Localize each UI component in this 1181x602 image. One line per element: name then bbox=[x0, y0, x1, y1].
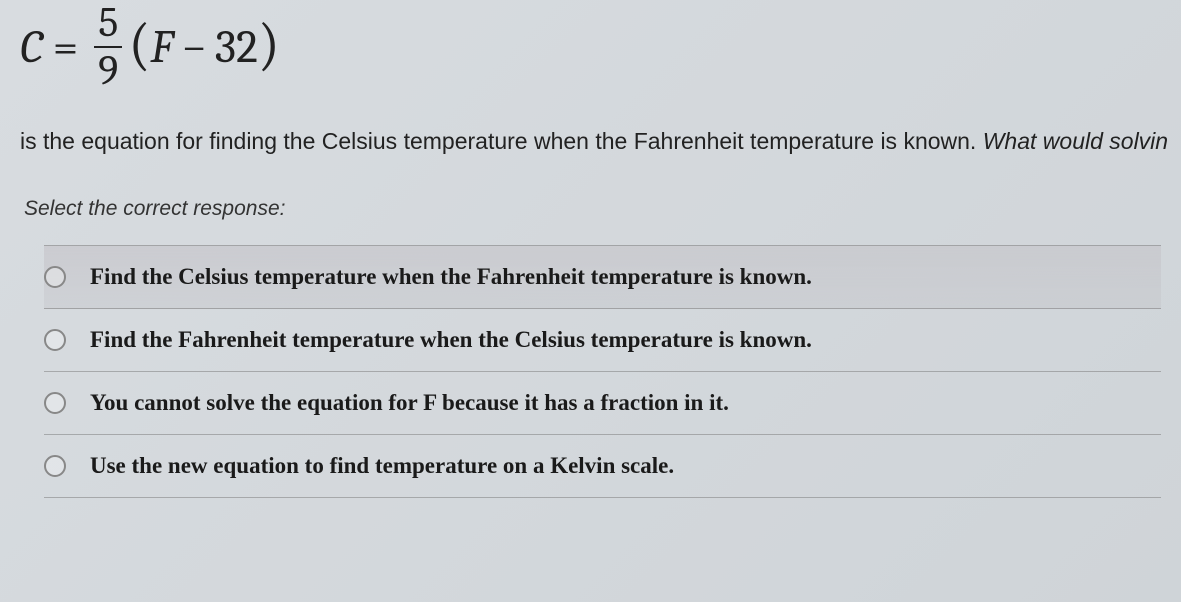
option-label: Find the Fahrenheit temperature when the… bbox=[90, 327, 812, 353]
option-2[interactable]: Find the Fahrenheit temperature when the… bbox=[44, 309, 1161, 372]
select-prompt: Select the correct response: bbox=[20, 197, 1161, 221]
left-paren: ( bbox=[128, 16, 150, 74]
right-paren: ) bbox=[258, 16, 280, 74]
fraction-denominator: 9 bbox=[94, 46, 122, 92]
equation-minus: − bbox=[181, 21, 206, 74]
equation-lhs-var: C bbox=[20, 21, 43, 74]
options-list: Find the Celsius temperature when the Fa… bbox=[20, 245, 1161, 498]
equation-inner-num: 32 bbox=[215, 21, 258, 74]
option-label: Use the new equation to find temperature… bbox=[90, 453, 674, 479]
description-text-2: What would solvin bbox=[983, 128, 1168, 154]
radio-icon bbox=[44, 392, 66, 414]
option-label: Find the Celsius temperature when the Fa… bbox=[90, 264, 812, 290]
option-label: You cannot solve the equation for F beca… bbox=[90, 390, 729, 416]
description-text-1: is the equation for finding the Celsius … bbox=[20, 128, 983, 154]
equation-equals: = bbox=[53, 21, 78, 74]
option-4[interactable]: Use the new equation to find temperature… bbox=[44, 435, 1161, 498]
equation-inner-var: F bbox=[151, 21, 174, 74]
fraction-numerator: 5 bbox=[94, 2, 122, 46]
option-3[interactable]: You cannot solve the equation for F beca… bbox=[44, 372, 1161, 435]
radio-icon bbox=[44, 266, 66, 288]
radio-icon bbox=[44, 455, 66, 477]
radio-icon bbox=[44, 329, 66, 351]
equation: C = 5 9 ( F − 32 ) bbox=[20, 0, 1161, 110]
question-description: is the equation for finding the Celsius … bbox=[20, 128, 1161, 155]
option-1[interactable]: Find the Celsius temperature when the Fa… bbox=[44, 245, 1161, 309]
equation-fraction: 5 9 bbox=[94, 2, 122, 92]
